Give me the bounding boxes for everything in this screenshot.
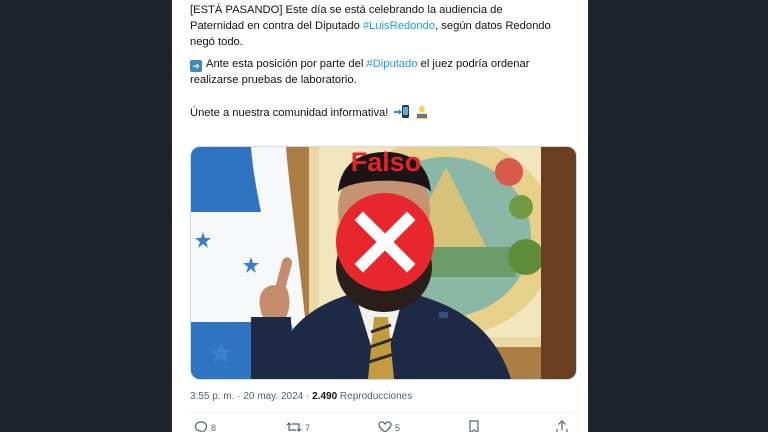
mobile-phone-arrow-emoji-icon	[393, 105, 410, 124]
like-count: 5	[395, 423, 401, 432]
tweet-text-paragraph-3: Únete a nuestra comunidad informativa!	[190, 105, 570, 124]
heart-icon	[378, 420, 392, 432]
tweet-card: [ESTÁ PASANDO] Este día se está celebran…	[172, 0, 588, 432]
tweet-text-line-2-suffix: , según datos Redondo	[435, 20, 551, 32]
hashtag-luisredondo-link[interactable]: #LuisRedondo	[363, 20, 435, 32]
tweet-text-para2-suffix: el juez podría ordenar	[417, 58, 530, 70]
tweet-actions-bar: 8 7 5	[190, 420, 575, 432]
tweet-text-line-2-prefix: Paternidad en contra del Diputado	[190, 20, 363, 32]
retweet-button[interactable]: 7	[286, 420, 310, 432]
reply-button[interactable]: 8	[194, 420, 216, 432]
views-label: Reproducciones	[339, 391, 413, 402]
tweet-text-paragraph-2: ➜ Ante esta posición por parte del #Diput…	[190, 56, 570, 88]
views-count: 2.490	[312, 391, 338, 402]
tweet-media-image[interactable]: Falso	[190, 146, 577, 380]
divider	[190, 412, 575, 413]
tweet-text-para2-prefix: Ante esta posición por parte del	[206, 58, 367, 70]
tweet-time[interactable]: 3:55 p. m.	[190, 391, 234, 402]
bookmark-button[interactable]	[468, 420, 480, 432]
like-button[interactable]: 5	[378, 420, 400, 432]
reply-count: 8	[211, 423, 217, 432]
tweet-text-para3: Únete a nuestra comunidad informativa!	[190, 107, 389, 119]
bookmark-icon	[468, 420, 480, 432]
tweet-date[interactable]: 20 may. 2024	[243, 391, 303, 402]
red-x-icon	[336, 193, 434, 291]
falso-label: Falso	[350, 147, 422, 177]
tweet-text-para2-line2: realizarse pruebas de laboratorio.	[190, 74, 357, 86]
hashtag-diputado-link[interactable]: #Diputado	[366, 58, 417, 70]
tweet-text-line-1: [ESTÁ PASANDO] Este día se está celebran…	[190, 4, 503, 16]
share-icon	[556, 420, 568, 432]
retweet-icon	[286, 420, 302, 432]
person-at-computer-emoji-icon	[415, 105, 429, 124]
meta-separator-2: ·	[303, 391, 313, 402]
right-arrow-emoji-icon: ➜	[190, 60, 202, 72]
retweet-count: 7	[305, 423, 311, 432]
tweet-text-paragraph-1: [ESTÁ PASANDO] Este día se está celebran…	[190, 2, 570, 50]
share-button[interactable]	[556, 420, 568, 432]
tweet-text-line-3: negó todo.	[190, 36, 243, 48]
tweet-metadata: 3:55 p. m. · 20 may. 2024 · 2.490 Reprod…	[190, 391, 412, 402]
reply-icon	[194, 420, 208, 432]
